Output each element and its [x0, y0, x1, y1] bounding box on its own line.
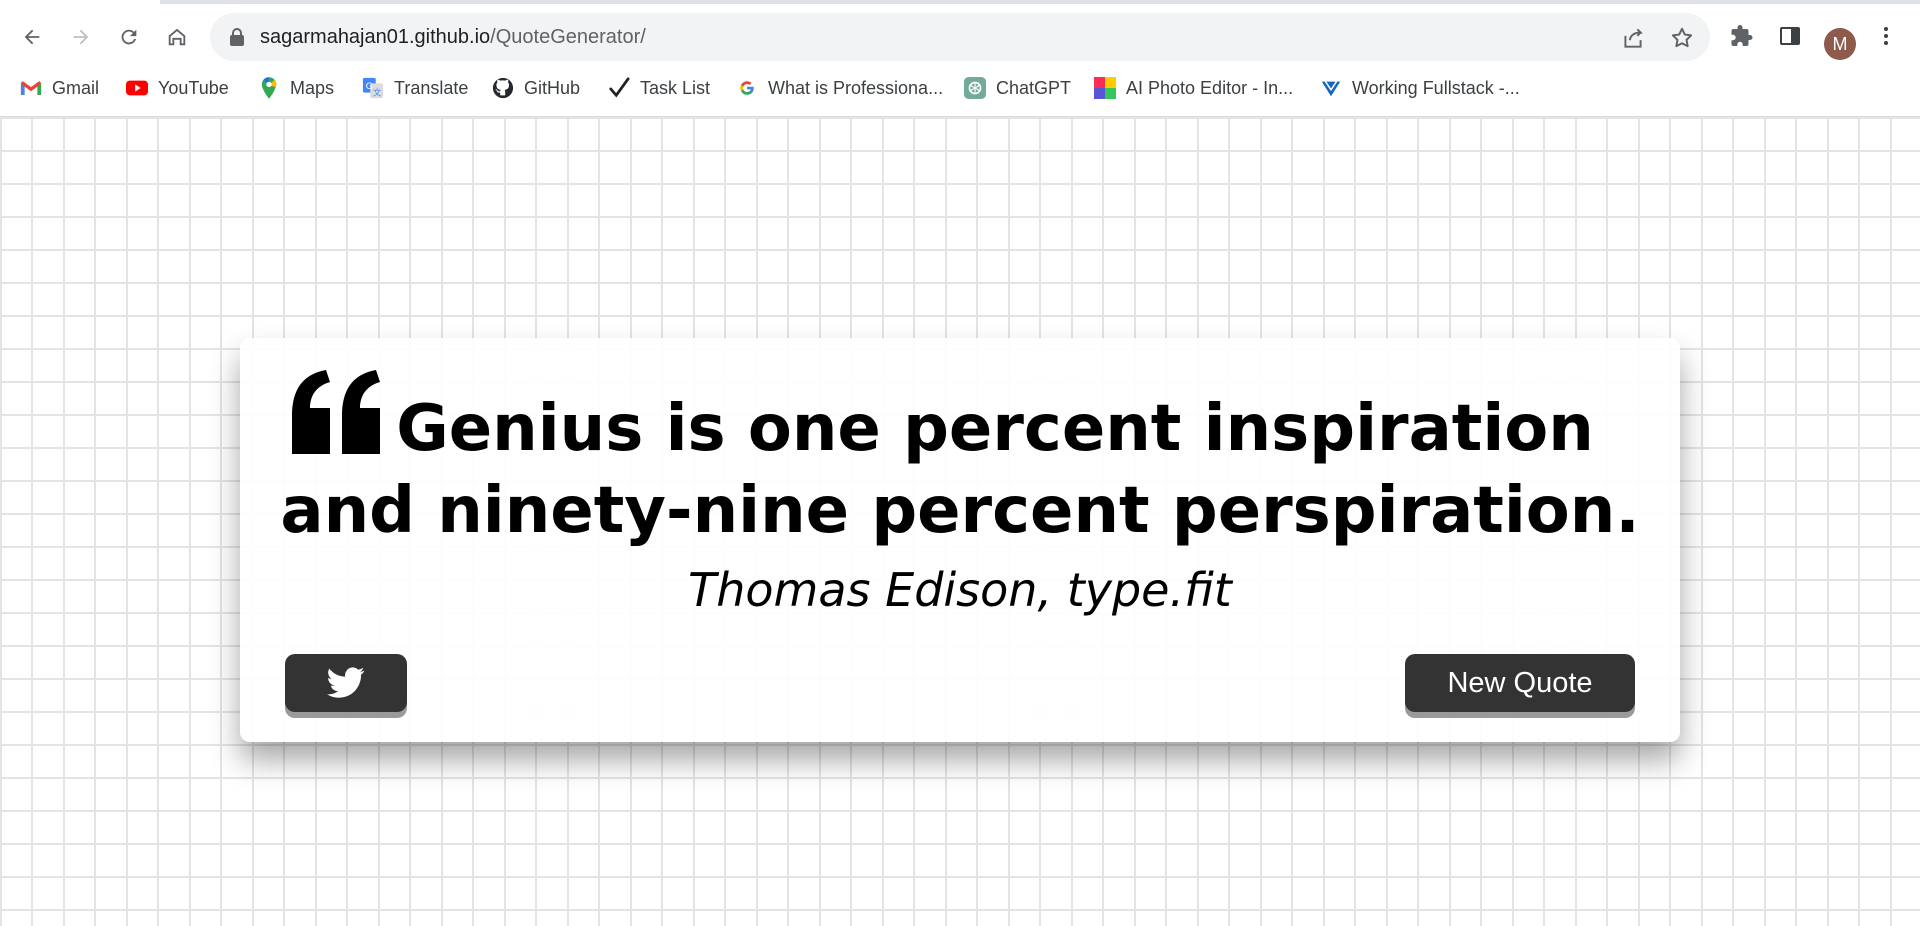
bookmark-label: ChatGPT: [996, 77, 1072, 98]
bookmark-label: GitHub: [524, 77, 581, 98]
twitter-icon: [327, 667, 365, 698]
url-host: sagarmahajan01.github.io: [260, 26, 491, 48]
bookmark-label: Task List: [640, 77, 711, 98]
quote-page-background: Genius is one percent inspiration and ni…: [0, 117, 1920, 926]
reload-button[interactable]: [114, 22, 144, 52]
gmail-icon: [20, 77, 42, 99]
url-text: sagarmahajan01.github.io/QuoteGenerator/: [260, 26, 646, 49]
extensions-button[interactable]: [1728, 22, 1756, 50]
bookmark-youtube[interactable]: YouTube: [126, 74, 229, 102]
bookmarks-bar: Gmail YouTube Maps G文 Translate GitHub T…: [0, 70, 1920, 106]
bookmark-github[interactable]: GitHub: [492, 74, 580, 102]
home-button[interactable]: [162, 22, 192, 52]
youtube-icon: [126, 77, 148, 99]
twitter-button[interactable]: [285, 654, 407, 712]
bookmark-professional[interactable]: What is Professiona...: [736, 74, 943, 102]
svg-text:G: G: [366, 81, 373, 92]
home-icon: [168, 28, 186, 46]
translate-icon: G文: [362, 77, 384, 99]
browser-menu-button[interactable]: [1872, 22, 1900, 50]
bookmark-ai-photo-editor[interactable]: AI Photo Editor - In...: [1094, 74, 1293, 102]
browser-chrome: sagarmahajan01.github.io/QuoteGenerator/…: [0, 0, 1920, 117]
bookmark-label: Gmail: [52, 77, 100, 98]
forward-arrow-icon: [73, 29, 89, 45]
bookmark-label: Working Fullstack -...: [1352, 77, 1520, 98]
maps-icon: [258, 77, 280, 99]
side-panel-icon: [1780, 27, 1800, 45]
new-quote-button[interactable]: New Quote: [1405, 654, 1635, 712]
kebab-menu-icon: [1884, 27, 1888, 45]
side-panel-button[interactable]: [1776, 22, 1804, 50]
profile-avatar[interactable]: M: [1824, 28, 1856, 60]
quote-container: Genius is one percent inspiration and ni…: [240, 338, 1680, 742]
bookmark-maps[interactable]: Maps: [258, 74, 334, 102]
bookmark-chatgpt[interactable]: ChatGPT: [964, 74, 1071, 102]
bookmark-label: Maps: [290, 77, 335, 98]
quote-author: Thomas Edison, type.fit: [688, 563, 1232, 617]
puzzle-icon: [1731, 25, 1753, 46]
bookmark-star-icon[interactable]: [1669, 25, 1695, 51]
lock-icon: [230, 28, 244, 46]
checkmark-icon: [608, 77, 630, 99]
back-button[interactable]: [17, 22, 47, 52]
chatgpt-icon: [964, 77, 986, 99]
fullstack-icon: [1320, 77, 1342, 99]
bookmark-label: What is Professiona...: [768, 77, 944, 98]
back-arrow-icon: [24, 29, 40, 45]
bookmark-label: AI Photo Editor - In...: [1126, 77, 1294, 98]
browser-toolbar: sagarmahajan01.github.io/QuoteGenerator/…: [0, 8, 1920, 64]
bookmark-working-fullstack[interactable]: Working Fullstack -...: [1320, 74, 1520, 102]
photo-editor-icon: [1094, 77, 1116, 99]
url-path: /QuoteGenerator/: [490, 26, 646, 48]
quote-text: Genius is one percent inspiration and ni…: [280, 388, 1640, 552]
bookmark-task-list[interactable]: Task List: [608, 74, 710, 102]
bookmark-gmail[interactable]: Gmail: [20, 74, 99, 102]
google-icon: [736, 77, 758, 99]
share-icon[interactable]: [1620, 25, 1646, 51]
github-icon: [492, 77, 514, 99]
reload-icon: [121, 29, 137, 45]
bookmark-translate[interactable]: G文 Translate: [362, 74, 468, 102]
bookmark-label: YouTube: [158, 77, 229, 98]
svg-text:文: 文: [373, 87, 381, 97]
quote-text-content: Genius is one percent inspiration and ni…: [280, 392, 1640, 548]
address-bar[interactable]: sagarmahajan01.github.io/QuoteGenerator/: [210, 13, 1710, 61]
tab-strip: [0, 0, 1920, 4]
forward-button[interactable]: [66, 22, 96, 52]
bookmark-label: Translate: [394, 77, 469, 98]
